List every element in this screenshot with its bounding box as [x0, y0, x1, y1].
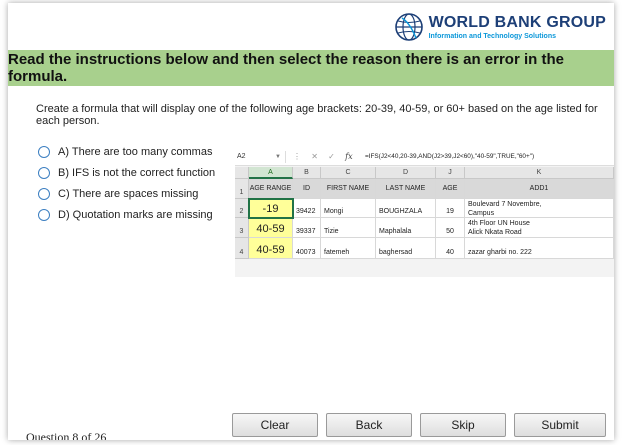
last-name-cell: BOUGHZALA: [376, 199, 436, 218]
radio-button[interactable]: [38, 209, 50, 221]
age-cell: 40: [436, 238, 465, 259]
header-cell: ID: [293, 179, 321, 199]
last-name-cell: Maphalala: [376, 218, 436, 238]
address-line-2: Alick Nkata Road: [468, 229, 522, 236]
header-cell: AGE: [436, 179, 465, 199]
row-header: 2: [235, 199, 249, 218]
age-range-cell: 40-59: [249, 218, 293, 238]
id-cell: 40073: [293, 238, 321, 259]
back-button[interactable]: Back: [326, 413, 412, 437]
logo-title: WORLD BANK GROUP: [428, 13, 606, 31]
address-cell: zazar gharbi no. 222: [465, 238, 614, 259]
option-label: D) Quotation marks are missing: [58, 209, 213, 221]
first-name-cell: Tizie: [321, 218, 376, 238]
address-line-2: Campus: [468, 210, 495, 217]
formula-bar: A2 ▼ ⋮ ✕ ✓ fx =IFS(J2<40,20-39,AND(J2>39…: [235, 149, 614, 166]
question-counter: Question 8 of 26: [26, 430, 107, 440]
submit-button[interactable]: Submit: [514, 413, 606, 437]
select-all-corner: [235, 167, 249, 179]
name-box: A2 ▼: [237, 151, 286, 163]
option-label: A) There are too many commas: [58, 146, 213, 158]
logo-subtitle: Information and Technology Solutions: [428, 32, 556, 40]
option-b[interactable]: B) IFS is not the correct function: [38, 165, 215, 181]
last-name-cell: baghersad: [376, 238, 436, 259]
spreadsheet-screenshot: A2 ▼ ⋮ ✕ ✓ fx =IFS(J2<40,20-39,AND(J2>39…: [235, 149, 614, 277]
age-cell: 19: [436, 199, 465, 218]
first-name-cell: fatemeh: [321, 238, 376, 259]
address-line-1: 4th Floor UN House: [468, 220, 530, 227]
radio-button[interactable]: [38, 167, 50, 179]
address-line-1: Boulevard 7 Novembre,: [468, 201, 542, 208]
instruction-banner: Read the instructions below and then sel…: [8, 50, 614, 86]
cancel-icon: ✕: [311, 152, 318, 161]
name-box-value: A2: [237, 153, 246, 160]
age-range-cell: -19: [249, 199, 293, 218]
formula-controls: ⋮ ✕ ✓ fx: [293, 149, 361, 165]
age-cell: 50: [436, 218, 465, 238]
clear-button[interactable]: Clear: [232, 413, 318, 437]
option-a[interactable]: A) There are too many commas: [38, 144, 215, 160]
radio-button[interactable]: [38, 146, 50, 158]
id-cell: 39337: [293, 218, 321, 238]
skip-button[interactable]: Skip: [420, 413, 506, 437]
column-header: J: [436, 167, 465, 179]
column-header: C: [321, 167, 376, 179]
quiz-window: WORLD BANK GROUP Information and Technol…: [8, 3, 614, 440]
id-cell: 39422: [293, 199, 321, 218]
dropdown-arrow-icon: ▼: [275, 154, 281, 160]
confirm-icon: ✓: [328, 152, 335, 161]
column-header: K: [465, 167, 614, 179]
separator-icon: ⋮: [293, 152, 301, 161]
age-range-cell: 40-59: [249, 238, 293, 259]
address-cell: Boulevard 7 Novembre, Campus: [465, 199, 614, 218]
option-d[interactable]: D) Quotation marks are missing: [38, 207, 215, 223]
column-header: B: [293, 167, 321, 179]
row-header: 1: [235, 179, 249, 199]
address-cell: 4th Floor UN House Alick Nkata Road: [465, 218, 614, 238]
question-text: Create a formula that will display one o…: [36, 103, 598, 127]
header-cell: AGE RANGE: [249, 179, 293, 199]
header-cell: FIRST NAME: [321, 179, 376, 199]
first-name-cell: Mongi: [321, 199, 376, 218]
row-header: 3: [235, 218, 249, 238]
radio-button[interactable]: [38, 188, 50, 200]
banner-heading: Read the instructions below and then sel…: [8, 51, 564, 85]
function-icon: fx: [345, 152, 353, 161]
row-header: 4: [235, 238, 249, 259]
option-label: C) There are spaces missing: [58, 188, 199, 200]
option-c[interactable]: C) There are spaces missing: [38, 186, 215, 202]
globe-icon: [394, 13, 423, 41]
formula-text: =IFS(J2<40,20-39,AND(J2>39,J2<60),"40-59…: [365, 153, 535, 160]
world-bank-logo: WORLD BANK GROUP Information and Technol…: [394, 7, 606, 47]
column-header: D: [376, 167, 436, 179]
column-header: A: [249, 167, 293, 179]
header-cell: LAST NAME: [376, 179, 436, 199]
option-label: B) IFS is not the correct function: [58, 167, 216, 179]
answer-options: A) There are too many commas B) IFS is n…: [38, 144, 215, 228]
header-cell: ADD1: [465, 179, 614, 199]
